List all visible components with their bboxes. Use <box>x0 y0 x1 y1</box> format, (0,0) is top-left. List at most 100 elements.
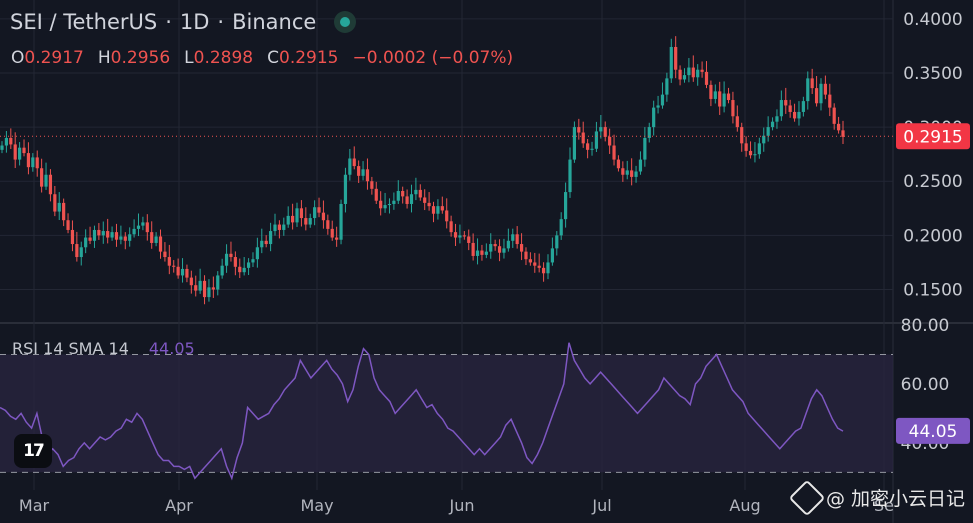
candle-body <box>559 219 563 236</box>
candle-body <box>317 207 321 213</box>
candle-body <box>106 231 110 238</box>
candle-body <box>286 215 290 225</box>
candle-body <box>264 240 268 245</box>
candle-body <box>299 208 304 219</box>
candle-body <box>40 168 44 187</box>
title-separator: · <box>165 10 172 34</box>
candle-body <box>396 190 400 201</box>
candle-body <box>458 235 462 238</box>
candle-body <box>128 234 132 241</box>
price-axis-tick-label: 0.2500 <box>903 172 962 192</box>
candle-body <box>630 170 634 177</box>
candle-body <box>515 234 519 245</box>
candle-body <box>801 101 805 112</box>
open-value: 0.2917 <box>24 48 84 68</box>
candle-body <box>136 225 141 229</box>
candle-body <box>326 220 330 229</box>
candle-body <box>643 137 647 160</box>
symbol-label[interactable]: SEI / TetherUS <box>10 10 157 34</box>
candle-body <box>621 168 625 175</box>
rsi-axis-tick-label: 80.00 <box>901 316 950 336</box>
candle-body <box>669 46 673 79</box>
watermark-text: @ 加密小云日记 <box>825 488 965 510</box>
candle-body <box>775 116 779 122</box>
candle-body <box>766 127 770 136</box>
interval-label[interactable]: 1D <box>180 10 210 34</box>
candle-body <box>277 224 281 230</box>
candle-body <box>616 159 621 169</box>
candle-body <box>533 262 537 266</box>
candle-body <box>180 268 185 276</box>
candle-body <box>431 206 436 214</box>
price-axis-tick-label: 0.4000 <box>903 10 962 30</box>
candle-body <box>238 266 242 273</box>
candle-body <box>70 229 75 245</box>
candle-body <box>53 194 57 212</box>
x-axis-tick-label: May <box>300 496 333 515</box>
candle-body <box>167 257 171 266</box>
candle-body <box>704 71 709 85</box>
tradingview-logo-icon[interactable]: 17 <box>14 434 52 468</box>
candle-body <box>784 100 788 106</box>
candle-body <box>603 127 607 137</box>
candle-body <box>709 84 713 99</box>
candle-body <box>480 250 484 255</box>
candle-body <box>594 131 599 149</box>
candle-body <box>13 144 17 160</box>
candle-body <box>497 246 502 253</box>
candle-body <box>414 189 418 195</box>
rsi-band <box>0 354 893 473</box>
candle-body <box>489 244 493 252</box>
candle-body <box>440 206 444 211</box>
candle-body <box>550 248 554 263</box>
candle-body <box>586 143 590 150</box>
candle-body <box>467 236 471 243</box>
candle-body <box>797 111 801 119</box>
candle-body <box>511 234 515 241</box>
candle-body <box>453 232 458 238</box>
candle-body <box>735 116 739 128</box>
candle-body <box>44 174 48 187</box>
candle-body <box>814 88 819 104</box>
low-label: L <box>184 48 194 68</box>
candle-body <box>718 91 722 107</box>
candle-body <box>726 93 731 101</box>
candle-body <box>590 148 594 150</box>
candle-body <box>762 135 766 144</box>
candle-body <box>101 231 105 236</box>
candle-body <box>97 229 101 236</box>
candle-body <box>220 265 224 276</box>
candle-body <box>92 229 97 241</box>
market-status-icon[interactable] <box>334 11 357 33</box>
candle-body <box>176 266 180 276</box>
high-value: 0.2956 <box>110 48 171 68</box>
candle-body <box>740 127 744 144</box>
candle-body <box>308 218 312 225</box>
candle-body <box>26 153 31 168</box>
candle-body <box>832 107 836 124</box>
candle-body <box>9 137 13 145</box>
ohlc-readout: O0.2917 H0.2956 L0.2898 C0.2915 −0.0002 … <box>11 48 513 68</box>
candle-body <box>665 78 669 95</box>
candle-body <box>22 147 26 154</box>
candle-body <box>295 208 299 223</box>
candle-body <box>475 250 480 256</box>
candle-body <box>564 192 568 220</box>
candle-body <box>154 236 158 243</box>
candle-body <box>211 287 215 290</box>
x-axis-tick-label: Mar <box>19 496 50 515</box>
watermark: @ 加密小云日记 <box>788 479 965 516</box>
candle-body <box>409 194 414 204</box>
rsi-legend[interactable]: RSI 14 SMA 14 44.05 <box>12 339 195 358</box>
candle-body <box>713 91 717 99</box>
last-price-label: 0.2915 <box>903 127 962 147</box>
candle-body <box>625 170 629 175</box>
candle-body <box>361 169 365 176</box>
candle-body <box>502 248 506 253</box>
candle-body <box>462 235 466 237</box>
candle-body <box>194 285 198 291</box>
rsi-legend-label: RSI 14 SMA 14 <box>12 339 129 358</box>
candle-body <box>696 69 700 78</box>
candle-body <box>246 262 251 268</box>
candle-body <box>18 147 22 160</box>
